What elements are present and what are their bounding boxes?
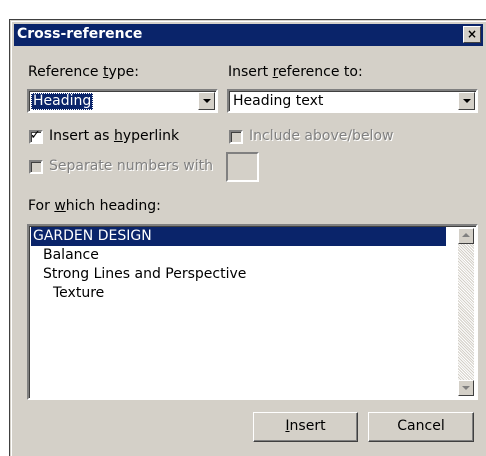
scroll-down-icon[interactable] [458, 380, 474, 396]
cancel-button[interactable]: Cancel [368, 412, 474, 442]
insert-reference-to-dropdown[interactable]: Heading text [227, 89, 478, 113]
reference-type-value: Heading [31, 93, 94, 110]
separator-input[interactable] [226, 152, 259, 182]
cross-reference-dialog: Cross-reference × Reference type: Headin… [10, 20, 486, 456]
close-icon: × [466, 27, 478, 41]
title-bar[interactable]: Cross-reference × [14, 24, 483, 46]
close-button[interactable]: × [463, 26, 481, 43]
reference-type-dropdown[interactable]: Heading [27, 89, 218, 113]
list-item[interactable]: Balance [31, 246, 99, 265]
chevron-down-icon[interactable] [458, 92, 475, 110]
chevron-down-icon[interactable] [198, 92, 215, 110]
separate-numbers-checkbox[interactable] [29, 160, 43, 174]
separate-numbers-label: Separate numbers with [49, 158, 213, 174]
reference-type-label: Reference type: [28, 64, 139, 80]
heading-list-label: For which heading: [28, 198, 161, 214]
include-above-below-label: Include above/below [249, 128, 394, 144]
list-item[interactable]: Texture [31, 284, 104, 303]
list-item[interactable]: Strong Lines and Perspective [31, 265, 246, 284]
list-item[interactable]: GARDEN DESIGN [31, 227, 446, 246]
include-above-below-checkbox[interactable] [229, 130, 243, 144]
insert-reference-to-value: Heading text [233, 93, 324, 109]
insert-reference-to-label: Insert reference to: [228, 64, 363, 80]
insert-as-hyperlink-label[interactable]: Insert as hyperlink [49, 128, 179, 144]
heading-listbox[interactable]: GARDEN DESIGN Balance Strong Lines and P… [27, 224, 478, 400]
vertical-scrollbar[interactable] [458, 228, 474, 396]
checkmark-icon: ✓ [30, 128, 41, 143]
scroll-up-icon[interactable] [458, 228, 474, 244]
dialog-title: Cross-reference [17, 26, 143, 42]
insert-button[interactable]: Insert [253, 412, 358, 442]
insert-as-hyperlink-checkbox[interactable]: ✓ [29, 128, 43, 144]
